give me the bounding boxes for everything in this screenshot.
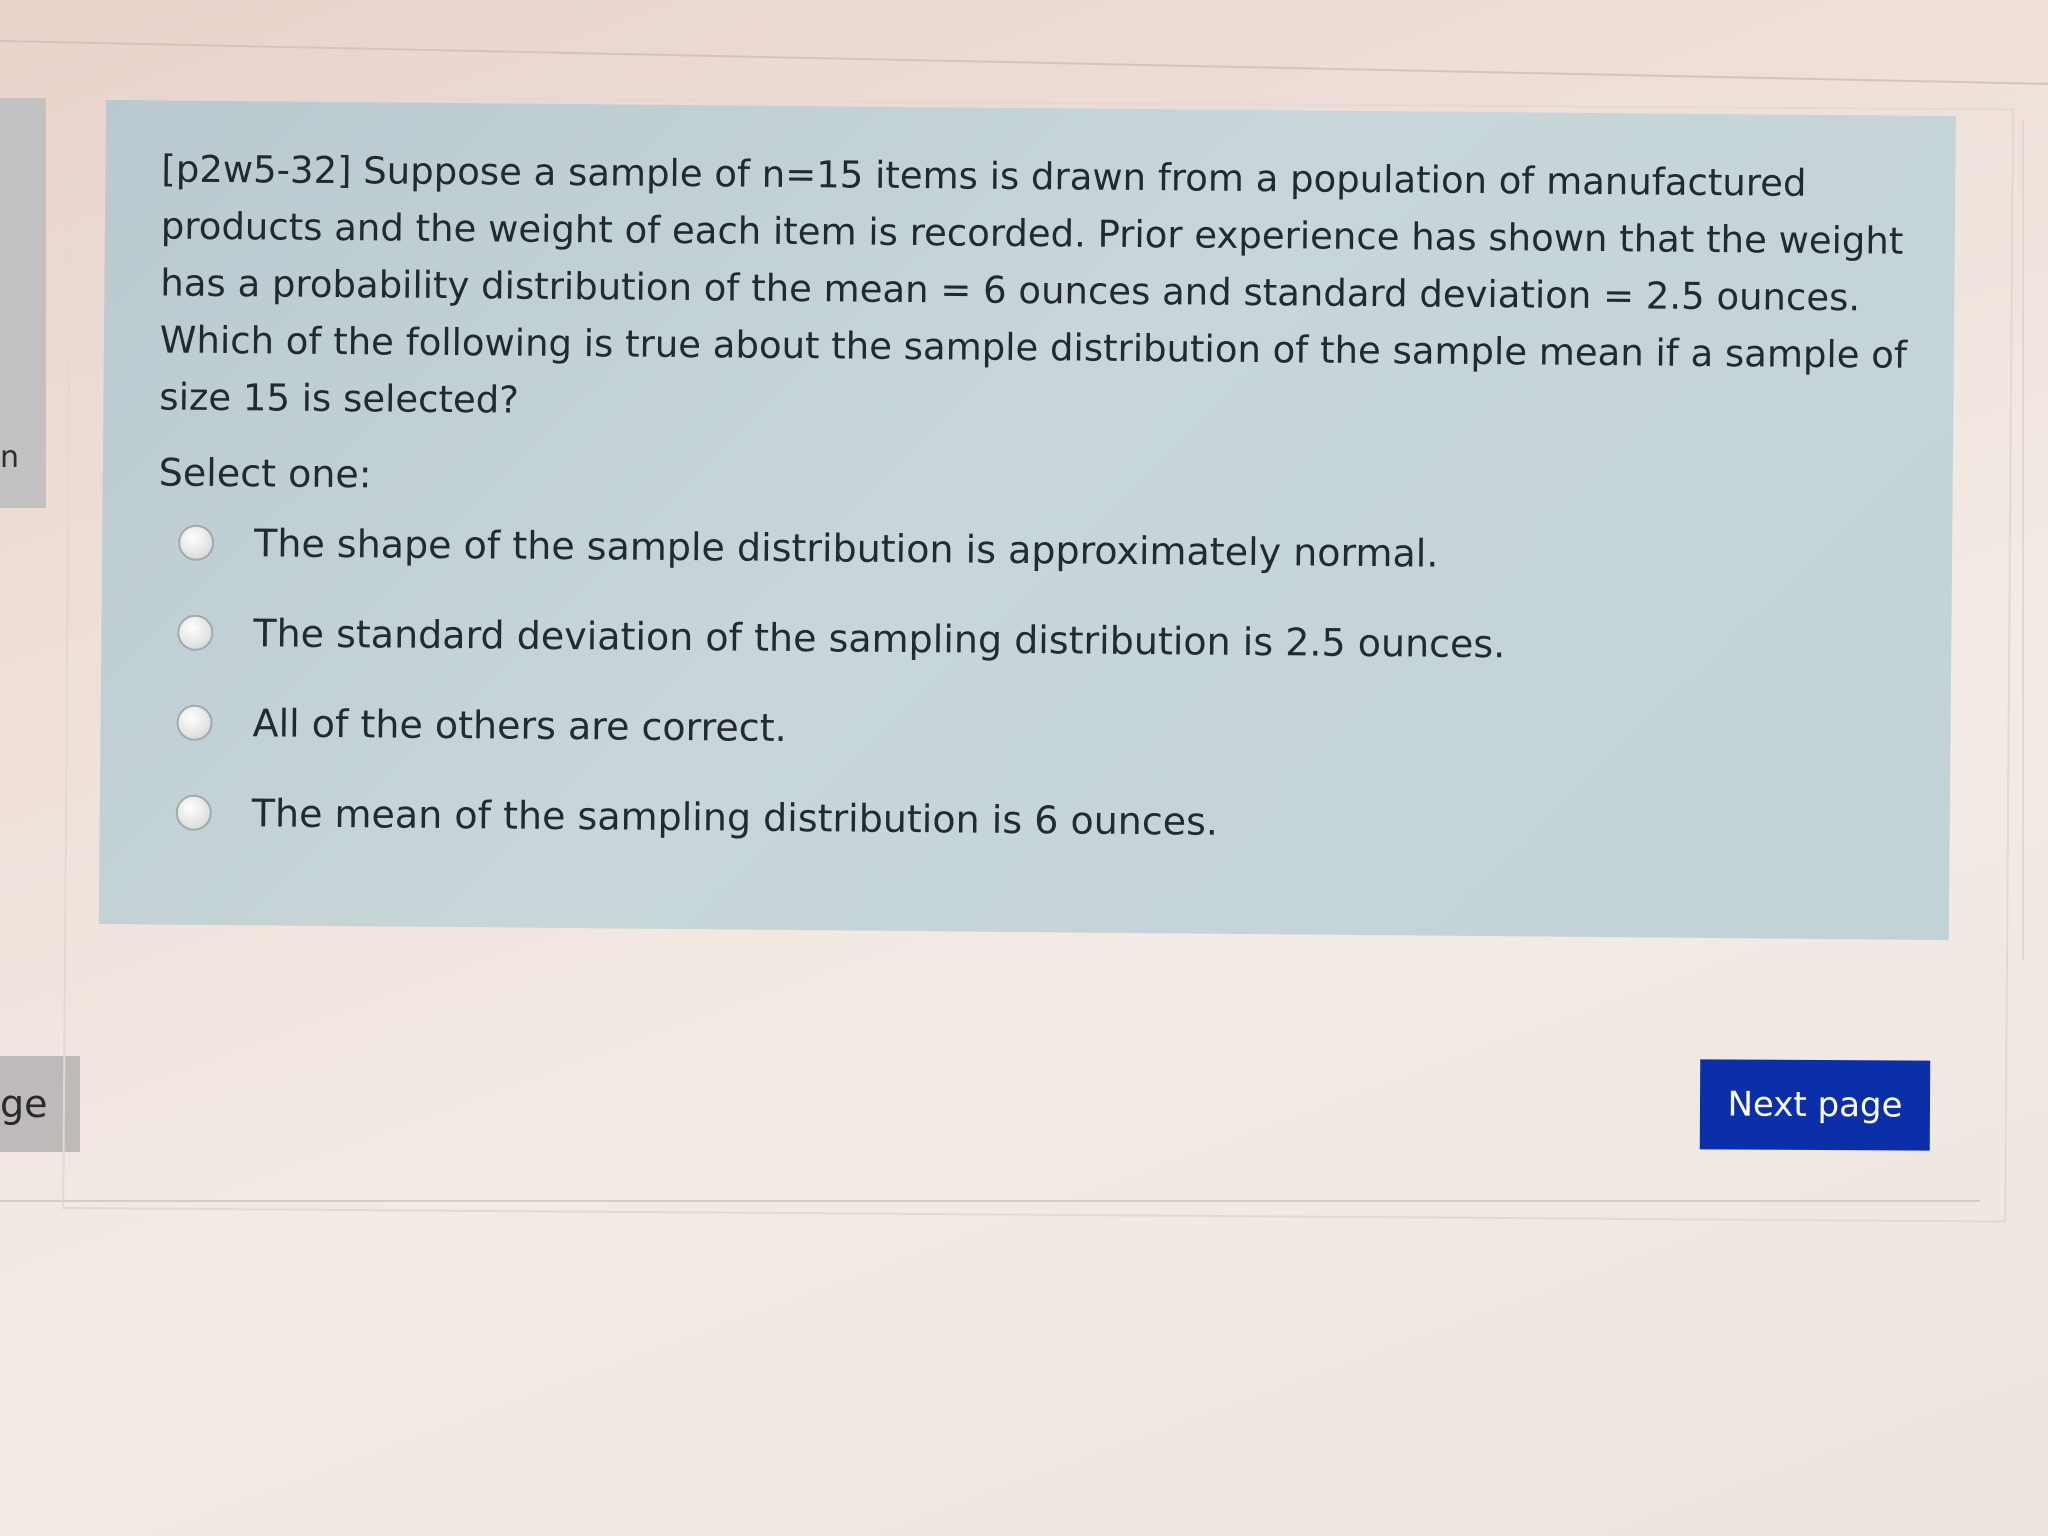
answer-option-label[interactable]: The standard deviation of the sampling d… bbox=[253, 611, 1505, 666]
answer-option-4[interactable]: The mean of the sampling distribution is… bbox=[175, 791, 1219, 844]
select-one-prompt: Select one: bbox=[158, 450, 372, 497]
answer-option-3[interactable]: All of the others are correct. bbox=[176, 701, 787, 750]
next-page-button[interactable]: Next page bbox=[1699, 1059, 1931, 1151]
answer-option-label[interactable]: All of the others are correct. bbox=[252, 701, 786, 750]
radio-button-icon[interactable] bbox=[177, 524, 215, 561]
answer-option-label[interactable]: The mean of the sampling distribution is… bbox=[252, 791, 1219, 843]
previous-page-label: ge bbox=[0, 1082, 48, 1126]
left-nav-panel-label: n bbox=[0, 440, 20, 475]
radio-button-icon[interactable] bbox=[177, 614, 214, 651]
answer-option-2[interactable]: The standard deviation of the sampling d… bbox=[177, 611, 1505, 666]
answer-option-label[interactable]: The shape of the sample distribution is … bbox=[254, 521, 1439, 575]
radio-button-icon[interactable] bbox=[176, 704, 213, 741]
question-text: [p2w5-32] Suppose a sample of n=15 items… bbox=[159, 147, 1908, 422]
radio-button-icon[interactable] bbox=[175, 794, 212, 831]
bottom-divider bbox=[0, 1200, 1980, 1202]
question-box: [p2w5-32] Suppose a sample of n=15 items… bbox=[98, 100, 1956, 941]
top-divider bbox=[0, 40, 2048, 85]
card-right-edge bbox=[2022, 120, 2024, 960]
answer-option-1[interactable]: The shape of the sample distribution is … bbox=[177, 521, 1439, 576]
